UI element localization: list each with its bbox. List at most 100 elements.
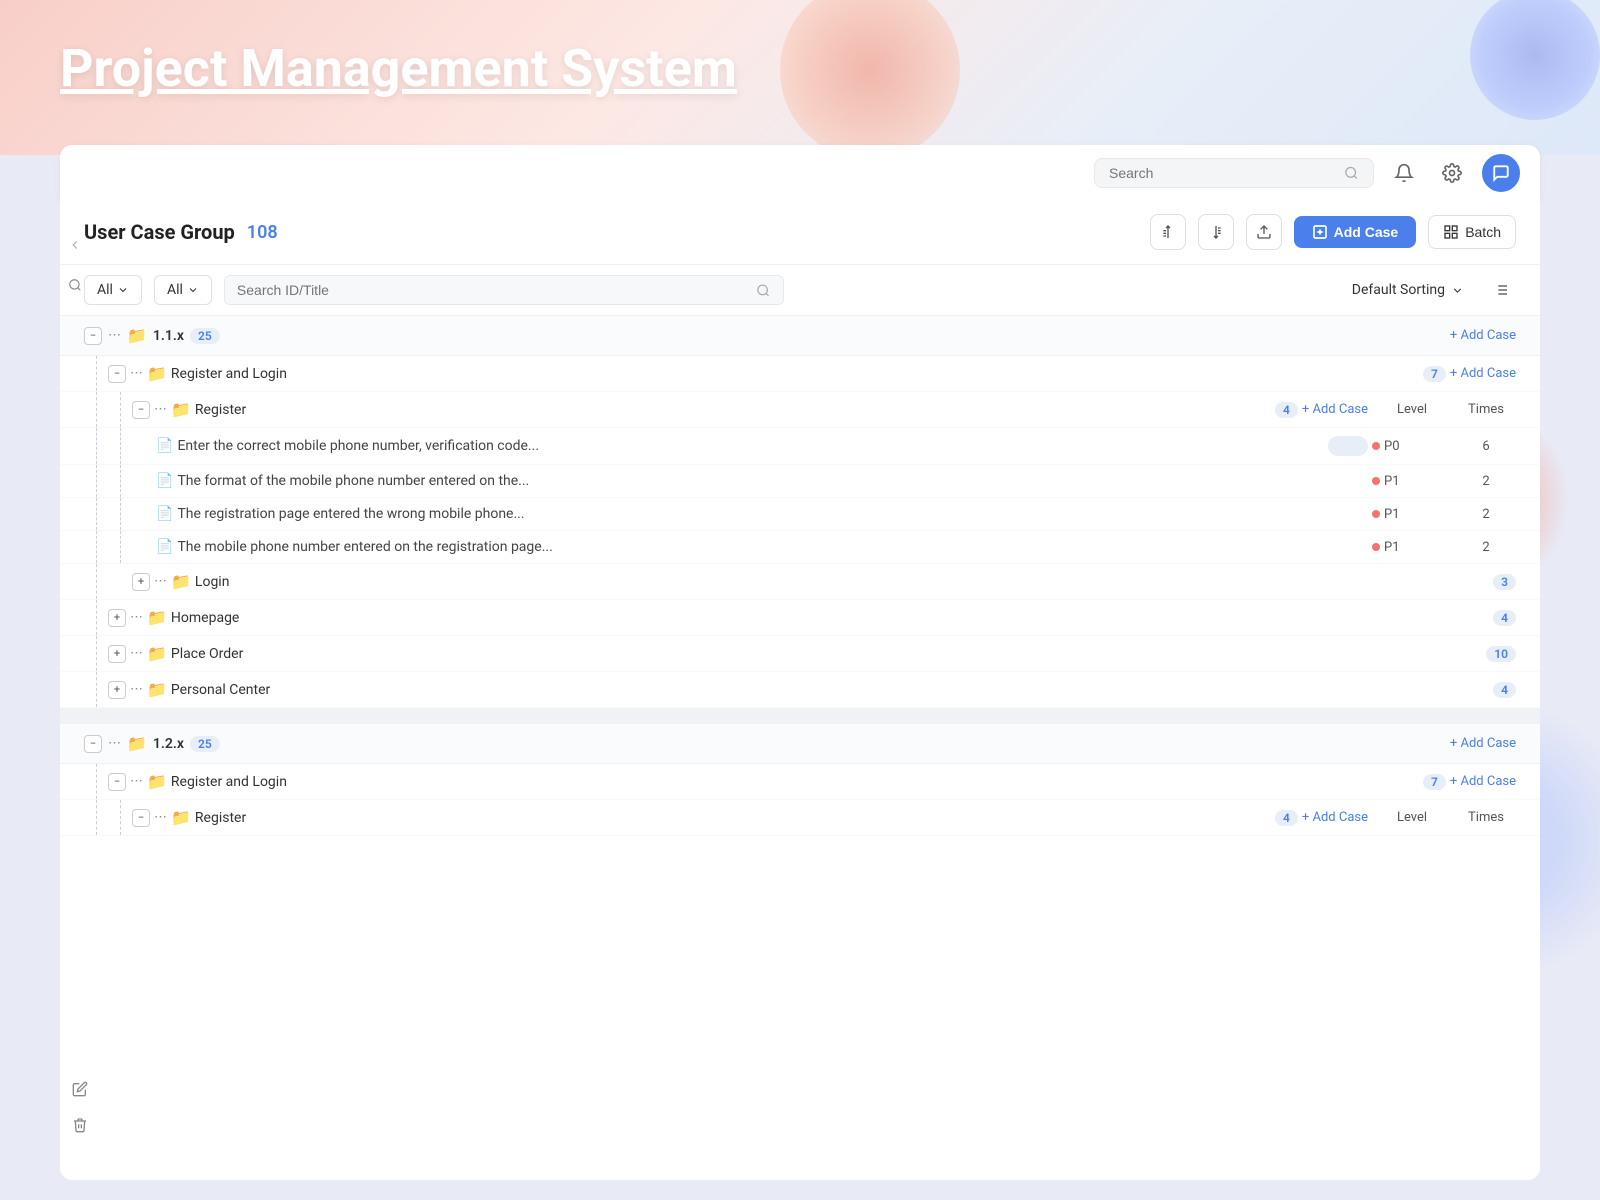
personal-center-expand[interactable]: + — [108, 681, 126, 699]
register-2-name: Register — [195, 810, 1271, 826]
group-folder-icon: 📁 — [127, 326, 147, 345]
case-3-row: 📄 The registration page entered the wron… — [60, 498, 1540, 531]
case-4-icon: 📄 — [156, 539, 173, 555]
group-1.2.x-expand[interactable]: − — [84, 735, 102, 753]
case-3-icon: 📄 — [156, 506, 173, 522]
homepage-expand[interactable]: + — [108, 609, 126, 627]
case-3-times: 2 — [1456, 507, 1516, 522]
register-shuffle-icon: ⋯ — [154, 402, 167, 417]
register-login-folder-icon: 📁 — [147, 364, 167, 383]
case-2-icon: 📄 — [156, 473, 173, 489]
case-4-row: 📄 The mobile phone number entered on the… — [60, 531, 1540, 564]
register-row: − ⋯ 📁 Register 4 + Add Case Level Times — [60, 392, 1540, 428]
filter1-chevron-icon — [117, 284, 129, 296]
case-1-times: 6 — [1456, 439, 1516, 454]
notification-icon[interactable] — [1386, 155, 1422, 191]
place-order-row: + ⋯ 📁 Place Order 10 — [60, 636, 1540, 672]
batch-button[interactable]: Batch — [1428, 215, 1516, 249]
case-4-text: The mobile phone number entered on the r… — [177, 539, 1368, 555]
group-2-folder-icon: 📁 — [127, 734, 147, 753]
group-divider — [60, 708, 1540, 724]
group-1.2.x-add-case[interactable]: + Add Case — [1450, 736, 1516, 751]
bg-circle-orange — [780, 0, 960, 155]
toolbar-count: 108 — [247, 222, 278, 243]
filter-select-2[interactable]: All — [154, 275, 212, 305]
main-area: User Case Group 108 Add Case Batch All A… — [60, 200, 1540, 1180]
register-folder-icon: 📁 — [171, 400, 191, 419]
homepage-folder-icon: 📁 — [147, 608, 167, 627]
register-login-shuffle-icon: ⋯ — [130, 366, 143, 381]
place-order-badge: 10 — [1486, 646, 1516, 662]
case-1-text: Enter the correct mobile phone number, v… — [177, 438, 1324, 454]
register-login-2-add-case[interactable]: + Add Case — [1450, 774, 1516, 789]
group-2-shuffle-icon: ⋯ — [108, 736, 121, 751]
add-case-icon — [1312, 224, 1328, 240]
register-login-2-expand[interactable]: − — [108, 773, 126, 791]
register-login-2-badge: 7 — [1423, 774, 1446, 790]
export-button[interactable] — [1246, 214, 1282, 250]
case-2-text: The format of the mobile phone number en… — [177, 473, 1368, 489]
register-col-level: Level — [1372, 402, 1452, 417]
edit-icon[interactable] — [65, 1074, 95, 1104]
register-2-badge: 4 — [1275, 810, 1298, 826]
place-order-expand[interactable]: + — [108, 645, 126, 663]
login-name: Login — [195, 574, 1489, 590]
filter-select-1[interactable]: All — [84, 275, 142, 305]
register-login-expand[interactable]: − — [108, 365, 126, 383]
avatar-button[interactable] — [1482, 154, 1520, 192]
personal-center-folder-icon: 📁 — [147, 680, 167, 699]
sort-button[interactable]: Default Sorting — [1342, 276, 1474, 304]
group-1.1.x-add-case[interactable]: + Add Case — [1450, 328, 1516, 343]
toolbar-title: User Case Group — [84, 220, 235, 244]
register-2-col-level: Level — [1372, 810, 1452, 825]
collapse-arrow[interactable] — [60, 230, 90, 260]
sort-up-button[interactable] — [1150, 214, 1186, 250]
register-login-2-row: − ⋯ 📁 Register and Login 7 + Add Case — [60, 764, 1540, 800]
add-case-button[interactable]: Add Case — [1294, 216, 1417, 248]
register-login-add-case[interactable]: + Add Case — [1450, 366, 1516, 381]
register-2-shuffle-icon: ⋯ — [154, 810, 167, 825]
login-expand[interactable]: + — [132, 573, 150, 591]
register-add-case[interactable]: + Add Case — [1302, 402, 1368, 417]
case-4-times: 2 — [1456, 540, 1516, 555]
case-3-level: P1 — [1372, 507, 1452, 522]
case-2-times: 2 — [1456, 474, 1516, 489]
group-1.1.x-expand[interactable]: − — [84, 327, 102, 345]
register-name: Register — [195, 402, 1271, 418]
register-expand[interactable]: − — [132, 401, 150, 419]
top-search-box[interactable] — [1094, 158, 1374, 188]
personal-center-badge: 4 — [1493, 682, 1516, 698]
filter2-label: All — [167, 282, 183, 298]
register-login-row: − ⋯ 📁 Register and Login 7 + Add Case — [60, 356, 1540, 392]
case-2-row: 📄 The format of the mobile phone number … — [60, 465, 1540, 498]
group-1.1.x-name: 1.1.x — [153, 328, 184, 344]
settings-icon[interactable] — [1434, 155, 1470, 191]
sidebar-search-icon[interactable] — [60, 270, 90, 300]
list-view-button[interactable] — [1486, 275, 1516, 305]
filter2-chevron-icon — [187, 284, 199, 296]
login-folder-icon: 📁 — [171, 572, 191, 591]
personal-center-row: + ⋯ 📁 Personal Center 4 — [60, 672, 1540, 708]
filter-search-input[interactable] — [237, 282, 749, 298]
place-order-name: Place Order — [171, 646, 1482, 662]
case-3-text: The registration page entered the wrong … — [177, 506, 1368, 522]
homepage-name: Homepage — [171, 610, 1489, 626]
register-col-times: Times — [1456, 402, 1516, 417]
left-sidebar — [60, 230, 90, 300]
filter-search-box[interactable] — [224, 275, 784, 305]
group-1.2.x-header: − ⋯ 📁 1.2.x 25 + Add Case — [60, 724, 1540, 764]
batch-label: Batch — [1465, 224, 1501, 240]
register-2-add-case[interactable]: + Add Case — [1302, 810, 1368, 825]
case-1-icon: 📄 — [156, 438, 173, 454]
avatar-icon — [1492, 164, 1510, 182]
delete-icon[interactable] — [65, 1110, 95, 1140]
case-1-toggle[interactable] — [1328, 436, 1368, 456]
register-2-expand[interactable]: − — [132, 809, 150, 827]
register-login-badge: 7 — [1423, 366, 1446, 382]
search-icon — [1344, 165, 1359, 181]
top-search-input[interactable] — [1109, 165, 1336, 181]
case-4-level: P1 — [1372, 540, 1452, 555]
sort-down-button[interactable] — [1198, 214, 1234, 250]
group-1.1.x-header: − ⋯ 📁 1.1.x 25 + Add Case — [60, 316, 1540, 356]
sort-label: Default Sorting — [1352, 282, 1445, 298]
